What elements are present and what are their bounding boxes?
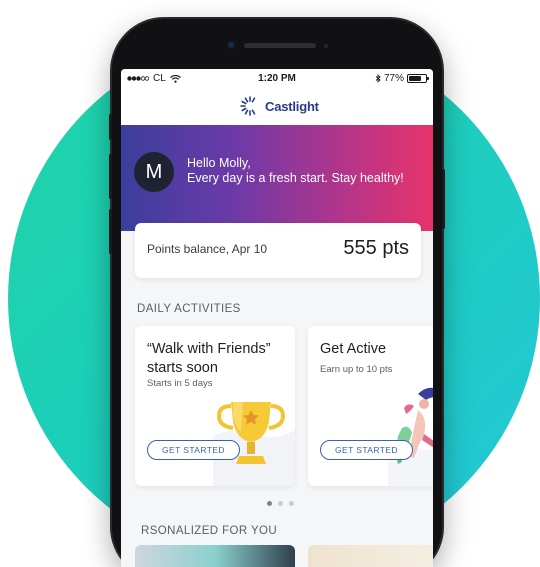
- power-button: [442, 169, 445, 229]
- status-right: 77%: [375, 73, 429, 84]
- status-bar: CL 1:20 PM 77%: [121, 69, 433, 89]
- get-started-button[interactable]: GET STARTED: [147, 440, 240, 460]
- runner-illustration: [388, 387, 433, 486]
- battery-icon: [407, 74, 429, 83]
- proximity-sensor: [324, 44, 328, 48]
- activity-card-subtitle: Earn up to 10 pts: [320, 364, 393, 375]
- points-balance-card[interactable]: Points balance, Apr 10 555 pts: [135, 223, 421, 278]
- carousel-pager: [267, 501, 294, 506]
- trophy-icon: [213, 402, 295, 486]
- castlight-logo-icon: [240, 96, 256, 116]
- mute-switch: [109, 114, 112, 140]
- points-balance-label: Points balance, Apr 10: [147, 242, 268, 256]
- volume-down-button: [109, 209, 112, 254]
- personalized-card-image[interactable]: [308, 545, 433, 567]
- pager-dot-active[interactable]: [267, 501, 272, 506]
- pager-dot[interactable]: [289, 501, 294, 506]
- avatar[interactable]: M: [134, 152, 174, 192]
- activity-card-subtitle: Starts in 5 days: [147, 378, 213, 389]
- front-camera: [226, 40, 236, 50]
- activity-title-line1: Get Active: [320, 341, 387, 357]
- activity-card-title: “Walk with Friends” starts soon: [147, 340, 271, 378]
- brand-name: Castlight: [265, 98, 319, 114]
- app-screen: CL 1:20 PM 77% Castlight M Hello Molly, …: [121, 69, 433, 567]
- castlight-logo[interactable]: Castlight: [239, 95, 319, 117]
- pager-dot[interactable]: [278, 501, 283, 506]
- points-balance-value: 555 pts: [343, 237, 409, 259]
- daily-activities-heading: DAILY ACTIVITIES: [137, 303, 241, 315]
- battery-level: [409, 76, 422, 81]
- volume-up-button: [109, 154, 112, 199]
- greeting-text: Hello Molly, Every day is a fresh start.…: [187, 156, 404, 186]
- activity-card-walk-with-friends[interactable]: “Walk with Friends” starts soon Starts i…: [135, 326, 295, 486]
- activity-title-line1: “Walk with Friends”: [147, 341, 271, 357]
- personalized-card-image[interactable]: [135, 545, 295, 567]
- phone-frame: CL 1:20 PM 77% Castlight M Hello Molly, …: [109, 19, 445, 567]
- battery-percent: 77%: [383, 73, 404, 84]
- get-started-button[interactable]: GET STARTED: [320, 440, 413, 460]
- activity-card-get-active[interactable]: Get Active Earn up to 10 pts GET STARTED: [308, 326, 433, 486]
- personalized-heading: RSONALIZED FOR YOU: [141, 525, 278, 537]
- earpiece-speaker: [244, 43, 316, 48]
- greeting-banner: M Hello Molly, Every day is a fresh star…: [121, 125, 433, 231]
- app-header: Castlight: [121, 89, 433, 125]
- greeting-message: Every day is a fresh start. Stay healthy…: [187, 171, 404, 185]
- greeting-hello: Hello Molly,: [187, 156, 251, 170]
- activity-card-title: Get Active: [320, 340, 386, 359]
- bluetooth-icon: [375, 74, 381, 83]
- activity-title-line2: starts soon: [147, 360, 218, 376]
